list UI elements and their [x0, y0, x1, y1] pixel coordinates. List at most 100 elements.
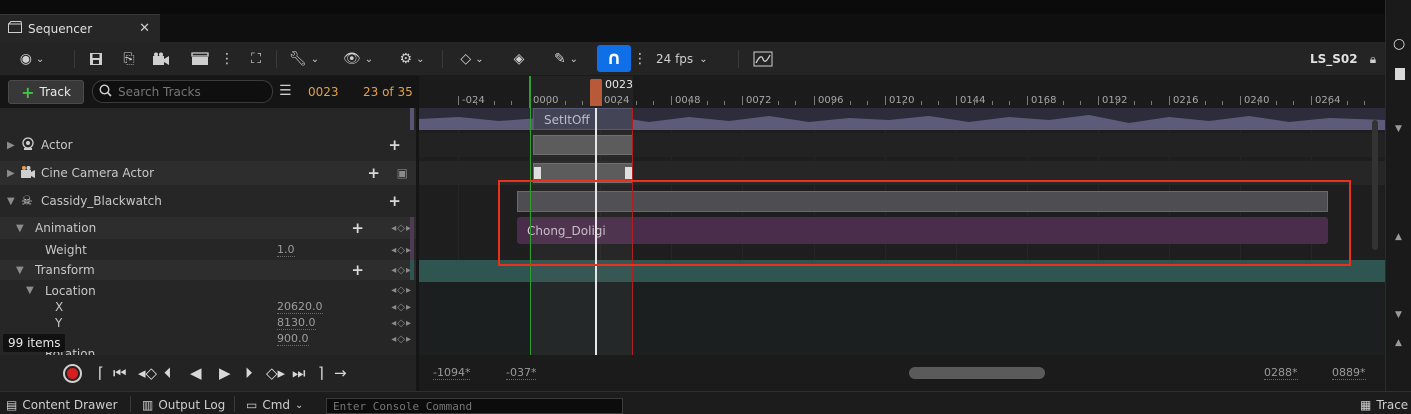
expand-arrow-icon[interactable]: ▶	[7, 168, 15, 179]
curve-editor-icon[interactable]	[750, 48, 776, 70]
playback-start-marker[interactable]	[529, 76, 531, 108]
key-nav-icon[interactable]: ◂◇▸	[391, 285, 412, 296]
collapse-arrow-icon[interactable]: ▼	[7, 196, 15, 207]
add-subtrack-icon[interactable]: +	[367, 164, 380, 182]
ruler-minor-tick	[938, 101, 939, 105]
key-nav-icon[interactable]: ◂◇▸	[391, 318, 412, 329]
auto-key-icon[interactable]: ◈	[506, 48, 532, 70]
trace-button[interactable]: ▦ Trace	[1360, 396, 1408, 414]
key-nav-icon[interactable]: ◂◇▸	[391, 334, 412, 345]
lock-icon[interactable]: 🔒︎	[1366, 48, 1380, 70]
camera-lock-icon[interactable]: ▣	[397, 166, 408, 180]
clapper-icon[interactable]	[188, 48, 212, 70]
view-start-time[interactable]: -1094*	[433, 366, 471, 380]
track-row-transform[interactable]: ▼ Transform + ◂◇▸	[0, 260, 416, 280]
frame-rate-dropdown[interactable]: 24 fps ⌄	[656, 48, 708, 70]
tab-sequencer[interactable]: Sequencer ✕	[0, 14, 160, 42]
track-row-cassidy[interactable]: ▼ ☠ Cassidy_Blackwatch +	[0, 189, 416, 213]
ruler-minor-tick	[1116, 101, 1117, 105]
track-row-y[interactable]: Y 8130.0 ◂◇▸	[0, 315, 416, 331]
track-area[interactable]: SetItOff Chong_Doligi	[419, 108, 1385, 355]
output-log-button[interactable]: ▥ Output Log	[142, 396, 225, 414]
key-nav-icon[interactable]: ◂◇▸	[391, 245, 412, 256]
location-x-value[interactable]: 20620.0	[277, 300, 323, 314]
play-reverse-icon[interactable]: ◀	[190, 364, 202, 382]
jump-to-end-icon[interactable]: ⏭	[292, 364, 306, 382]
add-transform-icon[interactable]: +	[351, 261, 364, 279]
set-start-icon[interactable]: ⌈	[98, 364, 104, 382]
save-icon[interactable]	[86, 48, 106, 70]
add-animation-icon[interactable]: +	[351, 219, 364, 237]
more-options-icon[interactable]: ⋮	[220, 48, 234, 70]
collapse-arrow-icon[interactable]: ▼	[26, 285, 34, 296]
weight-value[interactable]: 1.0	[277, 243, 295, 257]
eye-icon: 👁︎	[342, 51, 361, 67]
panel-icon[interactable]	[1395, 68, 1405, 80]
step-forward-icon[interactable]: ⏵	[245, 364, 253, 382]
view-options-button[interactable]: 👁︎ ⌄	[338, 48, 378, 70]
prev-key-icon[interactable]: ◂◇	[138, 364, 157, 382]
track-row-animation[interactable]: ▼ Animation + ◂◇▸	[0, 217, 416, 239]
location-z-value[interactable]: 900.0	[277, 332, 309, 346]
key-nav-icon[interactable]: ◂◇▸	[391, 302, 412, 313]
snap-options-icon[interactable]: ⋮	[633, 48, 647, 70]
search-tracks-input[interactable]	[118, 84, 268, 99]
search-tracks-box[interactable]	[92, 80, 273, 103]
snap-toggle-button[interactable]: ∩	[597, 45, 631, 72]
location-y-value[interactable]: 8130.0	[277, 316, 316, 330]
scroll-up-icon-2[interactable]: ▲	[1395, 338, 1402, 348]
horizontal-scrollbar[interactable]	[909, 367, 1045, 379]
console-command-input[interactable]	[327, 400, 622, 413]
ruler-minor-tick	[547, 101, 548, 105]
track-row-cine-camera-actor[interactable]: ▶ Cine Camera Actor + ▣	[0, 161, 416, 185]
playhead-handle[interactable]	[590, 79, 602, 106]
next-key-icon[interactable]: ◇▸	[266, 364, 285, 382]
play-icon[interactable]: ▶	[219, 364, 231, 382]
cmd-dropdown[interactable]: ▭ Cmd ⌄	[246, 396, 303, 414]
content-drawer-button[interactable]: ▤ Content Drawer	[6, 396, 118, 414]
frame-rate-label: 24 fps	[656, 52, 694, 66]
add-subtrack-icon[interactable]: +	[388, 136, 401, 154]
loop-mode-icon[interactable]: →	[334, 364, 347, 382]
edit-mode-button[interactable]: ✎ ⌄	[546, 48, 586, 70]
step-back-icon[interactable]: ⏴	[164, 364, 172, 382]
filter-icon[interactable]: ☰	[279, 83, 292, 99]
expand-arrow-icon[interactable]: ▶	[7, 140, 15, 151]
set-end-icon[interactable]: ⌉	[318, 364, 324, 382]
add-subtrack-icon[interactable]: +	[388, 192, 401, 210]
add-track-button[interactable]: + Track	[8, 80, 84, 104]
collapse-arrow-icon[interactable]: ▼	[16, 265, 24, 276]
key-nav-icon[interactable]: ◂◇▸	[391, 265, 412, 276]
working-start-time[interactable]: -037*	[506, 366, 537, 380]
ruler-minor-tick	[1276, 101, 1277, 105]
scroll-down-icon-2[interactable]: ▼	[1395, 310, 1402, 320]
hierarchy-icon[interactable]: ⛶	[244, 48, 268, 70]
scroll-up-icon[interactable]: ▲	[1395, 232, 1402, 242]
close-tab-icon[interactable]: ✕	[139, 21, 150, 36]
world-menu-button[interactable]: ◉ ⌄	[12, 48, 52, 70]
ruler-minor-tick	[1009, 101, 1010, 105]
find-asset-icon[interactable]: ⎘	[118, 48, 140, 70]
working-end-time[interactable]: 0288*	[1264, 366, 1298, 380]
key-nav-icon[interactable]: ◂◇▸	[391, 223, 412, 234]
record-button[interactable]	[63, 364, 82, 383]
track-row-actor[interactable]: ▶ Actor +	[0, 133, 416, 157]
time-ruler[interactable]: -024 0000 0024 0048 0072 0096 0120 0144 0168 0192…	[419, 76, 1385, 108]
view-end-time[interactable]: 0889*	[1332, 366, 1366, 380]
ruler-major-tick	[956, 96, 957, 105]
jump-to-start-icon[interactable]: ⏮	[113, 364, 127, 382]
playback-options-button[interactable]: ⚙ ⌄	[392, 48, 432, 70]
track-row-x[interactable]: X 20620.0 ◂◇▸	[0, 299, 416, 315]
track-row-weight[interactable]: Weight 1.0 ◂◇▸	[0, 240, 416, 260]
tools-menu-button[interactable]: 🔧︎ ⌄	[284, 48, 324, 70]
vertical-scrollbar[interactable]	[1372, 120, 1378, 250]
track-row-location[interactable]: ▼ Location ◂◇▸	[0, 281, 416, 300]
collapse-arrow-icon[interactable]: ▼	[16, 223, 24, 234]
ruler-tick-label: 0168	[1031, 95, 1057, 106]
console-command-box[interactable]	[326, 398, 623, 414]
key-options-button[interactable]: ◇ ⌄	[452, 48, 492, 70]
current-frame-readout[interactable]: 0023	[308, 85, 339, 99]
search-icon[interactable]: ○	[1393, 36, 1405, 52]
scroll-down-icon[interactable]: ▼	[1395, 124, 1402, 134]
camera-icon[interactable]	[150, 48, 172, 70]
